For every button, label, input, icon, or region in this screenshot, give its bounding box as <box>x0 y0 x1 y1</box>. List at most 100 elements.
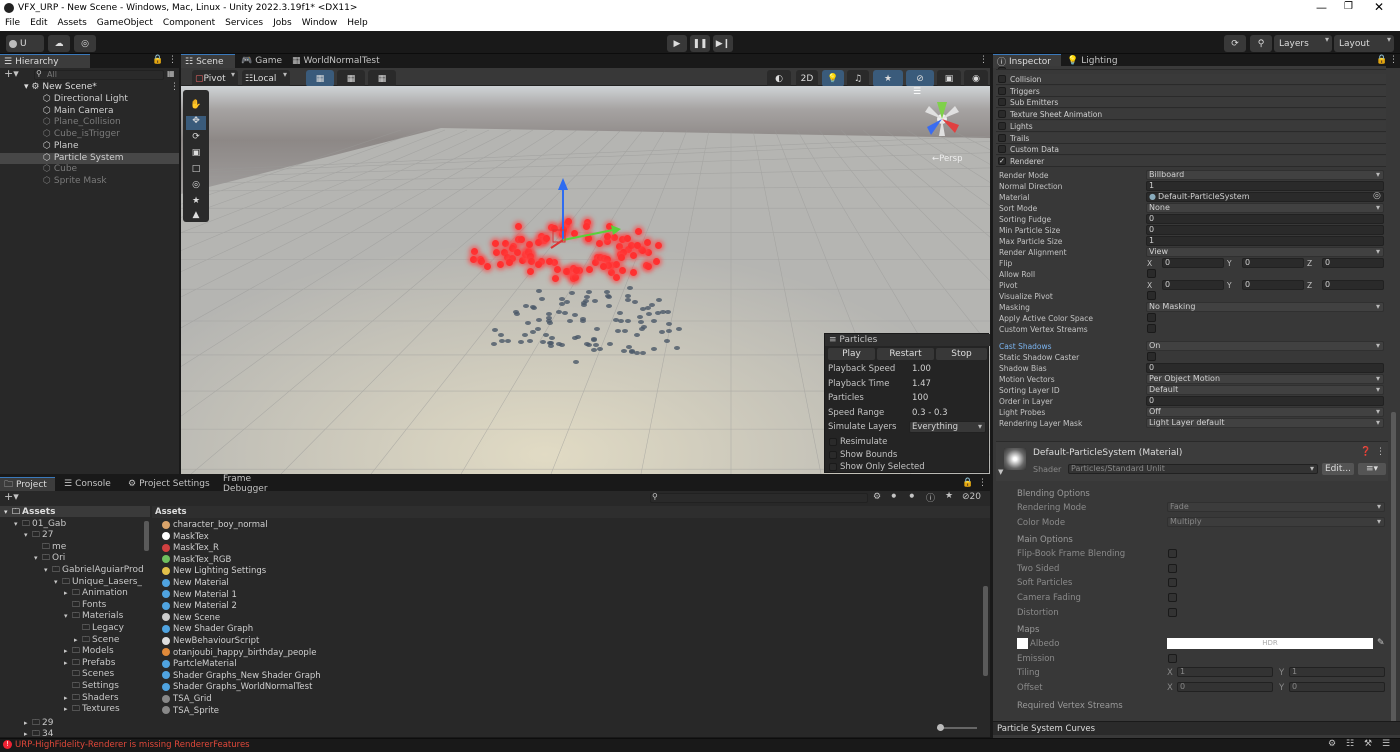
module-checkbox[interactable] <box>998 121 1006 130</box>
tab-project[interactable]: 🗀 Project <box>0 477 55 491</box>
folder-tree-item[interactable]: 🗀 Legacy <box>74 622 124 633</box>
particles-checkbox[interactable] <box>829 450 837 459</box>
hierarchy-item[interactable]: ⬡ Sprite Mask <box>0 176 179 187</box>
hand-tool-icon[interactable]: ✋ <box>186 100 206 114</box>
renderer-field-value[interactable]: Light Layer default <box>1146 418 1384 428</box>
bug-report-icon[interactable]: ⚙ <box>1328 739 1336 749</box>
tab-console[interactable]: ☰ Console <box>60 477 120 491</box>
module-checkbox[interactable]: ✓ <box>998 156 1006 165</box>
tree-scrollbar[interactable] <box>144 521 149 551</box>
curves-header[interactable]: Particle System Curves <box>993 721 1400 735</box>
scene-root[interactable]: ▾ ⚙ New Scene* <box>24 82 174 93</box>
material-checkbox[interactable] <box>1168 653 1177 663</box>
module-header[interactable]: Noise <box>996 66 1386 70</box>
hierarchy-search-input[interactable]: All <box>34 70 164 80</box>
camera-dropdown[interactable]: ▣ <box>937 70 961 87</box>
renderer-checkbox[interactable] <box>1147 324 1156 333</box>
material-checkbox[interactable] <box>1168 593 1177 602</box>
folder-tree-item[interactable]: 🗀 Fonts <box>64 599 106 610</box>
menu-item-component[interactable]: Component <box>163 18 215 28</box>
albedo-texture-slot[interactable] <box>1017 638 1028 650</box>
asset-item[interactable]: New Material <box>162 578 229 589</box>
orientation-gizmo[interactable] <box>917 92 967 142</box>
material-dropdown[interactable]: Multiply <box>1167 516 1385 527</box>
layout-dropdown[interactable]: Layout <box>1334 35 1394 52</box>
axis-x-field[interactable]: 0 <box>1162 280 1224 290</box>
tab-worldnormaltest[interactable]: ▦ WorldNormalTest <box>288 54 398 68</box>
renderer-checkbox[interactable] <box>1147 269 1156 278</box>
module-checkbox[interactable] <box>998 86 1006 95</box>
move-tool-icon[interactable]: ✥ <box>186 116 206 130</box>
menu-item-gameobject[interactable]: GameObject <box>97 18 153 28</box>
material-checkbox[interactable] <box>1168 563 1177 573</box>
project-search-input[interactable] <box>650 493 868 503</box>
renderer-field-value[interactable]: 1 <box>1146 181 1384 191</box>
renderer-field-value[interactable]: 0 <box>1146 225 1384 235</box>
asset-item[interactable]: New Lighting Settings <box>162 566 266 577</box>
module-checkbox[interactable] <box>998 75 1006 83</box>
hierarchy-item[interactable]: ⬡ Cube <box>0 164 179 175</box>
renderer-checkbox[interactable] <box>1147 291 1156 300</box>
lock-icon[interactable]: 🔒 <box>1376 55 1387 65</box>
folder-tree-item[interactable]: ▾ 🗀 Materials <box>64 610 123 621</box>
filter-label-icon[interactable]: ⚫ <box>890 492 898 502</box>
hierarchy-item[interactable]: ⬡ Main Camera <box>0 106 179 117</box>
axis-x-field[interactable]: 1 <box>1177 667 1273 678</box>
lighting-toggle[interactable]: 💡 <box>822 70 844 87</box>
axis-x-field[interactable]: 0 <box>1177 682 1273 692</box>
lock-icon[interactable]: 🔒 <box>962 478 973 488</box>
status-error-message[interactable]: URP-HighFidelity-Renderer is missing Ren… <box>15 740 250 750</box>
module-header[interactable]: Custom Data <box>996 144 1386 156</box>
tab-frame-debugger[interactable]: Frame Debugger <box>219 474 295 494</box>
tab-scene[interactable]: ☷ Scene <box>181 54 235 68</box>
asset-item[interactable]: character_boy_normal <box>162 520 268 531</box>
asset-item[interactable]: MaskTex_RGB <box>162 555 231 566</box>
renderer-field-value[interactable]: 1 <box>1146 236 1384 246</box>
hierarchy-item[interactable]: ⬡ Directional Light <box>0 94 179 105</box>
layers-dropdown[interactable]: Layers <box>1274 35 1332 52</box>
renderer-field-value[interactable]: Per Object Motion <box>1146 374 1384 384</box>
draw-mode-dropdown[interactable]: ◐ <box>767 70 791 87</box>
help-icon[interactable]: ❓ <box>1360 447 1371 457</box>
folder-tree-item[interactable]: ▸ 🗀 Animation <box>64 587 128 598</box>
asset-item[interactable]: New Material 1 <box>162 590 237 601</box>
hierarchy-item[interactable]: ⬡ Plane <box>0 141 179 152</box>
transform-tool-icon[interactable]: ◎ <box>186 180 206 194</box>
folder-tree-item[interactable]: ▾ 🗀 Assets <box>4 506 55 517</box>
module-checkbox[interactable] <box>998 133 1006 142</box>
object-picker-icon[interactable]: ◎ <box>1373 191 1381 201</box>
close-icon[interactable]: ✕ <box>1374 0 1384 14</box>
hidden-objects-toggle[interactable]: ⊘ <box>906 70 934 87</box>
material-checkbox[interactable] <box>1168 578 1177 588</box>
renderer-field-value[interactable]: Off <box>1146 407 1384 417</box>
asset-item[interactable]: PartcleMaterial <box>162 659 237 670</box>
folder-tree-item[interactable]: ▾ 🗀 GabrielAguiarProd <box>44 564 144 575</box>
zoom-slider-thumb[interactable] <box>937 724 944 731</box>
persp-label[interactable]: ←Persp <box>932 154 963 164</box>
favorite-icon[interactable]: ★ <box>945 491 953 501</box>
axis-y-field[interactable]: 1 <box>1289 667 1385 678</box>
tab-hierarchy[interactable]: ☰ Hierarchy <box>0 54 90 68</box>
folder-tree-item[interactable]: ▸ 🗀 Shaders <box>64 692 119 703</box>
module-header[interactable]: ✓ Renderer <box>996 155 1386 167</box>
module-header[interactable]: Sub Emitters <box>996 97 1386 109</box>
particle-stop-button[interactable]: Stop <box>936 348 987 360</box>
module-header[interactable]: Collision <box>996 74 1386 85</box>
module-checkbox[interactable] <box>998 67 1006 69</box>
renderer-checkbox[interactable] <box>1147 313 1156 322</box>
rect-tool-icon[interactable]: □ <box>186 164 206 178</box>
scene-more-icon[interactable]: ⋮ <box>170 82 179 92</box>
folder-tree-item[interactable]: ▸ 🗀 Models <box>64 645 114 656</box>
menu-item-assets[interactable]: Assets <box>58 18 87 28</box>
renderer-field-value[interactable]: Billboard <box>1146 170 1384 180</box>
rotate-tool-icon[interactable]: ⟳ <box>186 132 206 146</box>
maximize-icon[interactable]: ❐ <box>1344 1 1353 12</box>
axis-y-field[interactable]: 0 <box>1242 280 1304 290</box>
pivot-dropdown[interactable]: ▢ Pivot <box>192 70 238 87</box>
material-header[interactable]: Default-ParticleSystem (Material) ❓ ⋮ Sh… <box>996 441 1388 481</box>
hierarchy-item[interactable]: ⬡ Particle System <box>0 152 179 164</box>
folder-tree-item[interactable]: ▸ 🗀 Textures <box>64 703 120 714</box>
albedo-color-field[interactable]: HDR <box>1167 638 1373 650</box>
asset-item[interactable]: New Scene <box>162 613 220 624</box>
scene-options-icon[interactable]: ▦ <box>167 69 175 78</box>
